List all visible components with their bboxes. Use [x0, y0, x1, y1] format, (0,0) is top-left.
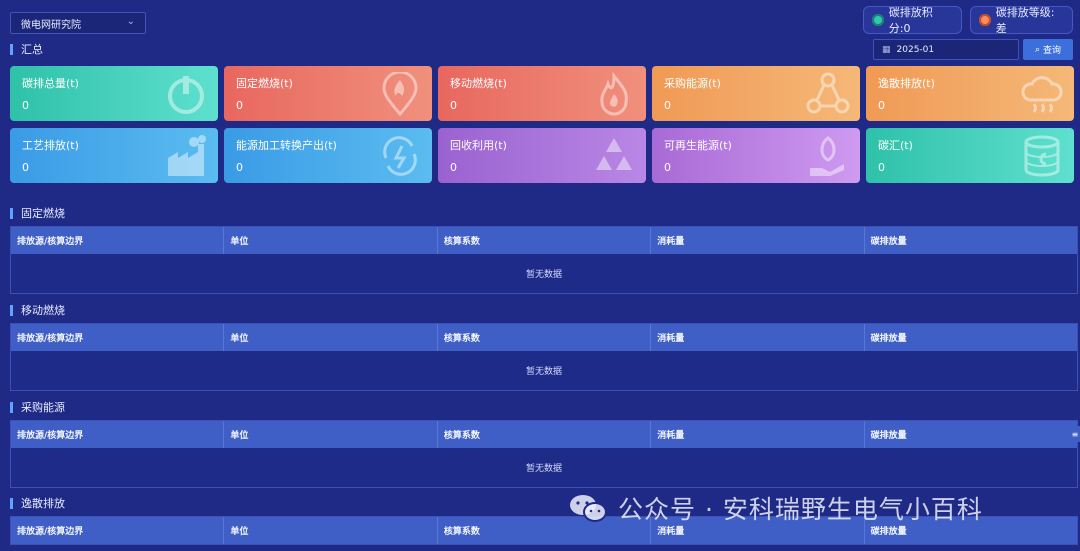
table-mobile-combustion: 排放源/核算边界 单位 核算系数 消耗量 碳排放量 暂无数据 — [10, 323, 1078, 391]
col-consumption: 消耗量 — [651, 227, 865, 254]
wechat-icon — [570, 495, 607, 522]
level-badge[interactable]: 碳排放等级:差 — [970, 6, 1073, 35]
date-picker[interactable]: ▦ 2025-01 — [873, 39, 1019, 60]
col-source: 排放源/核算边界 — [11, 324, 225, 351]
col-unit: 单位 — [224, 227, 438, 254]
side-panel-toggle[interactable]: ≡ — [1070, 426, 1080, 442]
org-select-value: 微电网研究院 — [21, 19, 81, 31]
col-emission: 碳排放量 — [870, 334, 907, 344]
empty-state: 暂无数据 — [11, 448, 1077, 487]
card-recycling: 回收利用(t) 0 — [438, 128, 646, 183]
col-coefficient: 核算系数 — [438, 324, 652, 351]
col-source: 排放源/核算边界 — [11, 517, 225, 544]
flame-pin-icon — [382, 72, 418, 116]
card-renewable-energy: 可再生能源(t) 0 — [652, 128, 860, 183]
carbon-storage-icon — [1024, 135, 1060, 177]
watermark-text: 公众号 · 安科瑞野生电气小百科 — [618, 495, 983, 524]
fire-icon — [600, 72, 628, 116]
col-source: 排放源/核算边界 — [11, 421, 225, 448]
table-header: 排放源/核算边界 单位 核算系数 消耗量 碳排放量 — [11, 421, 1077, 448]
section-title-purchased: 采购能源 — [10, 402, 65, 413]
factory-icon — [168, 135, 206, 176]
level-badge-text: 碳排放等级:差 — [995, 6, 1055, 35]
recycle-icon — [596, 138, 632, 170]
network-icon — [806, 72, 850, 114]
chevron-down-icon: ⌄ — [126, 16, 135, 27]
power-icon — [168, 76, 204, 114]
energy-cycle-icon — [383, 136, 417, 176]
col-unit: 单位 — [224, 421, 438, 448]
watermark: 公众号 · 安科瑞野生电气小百科 — [568, 490, 983, 526]
card-total: 碳排总量(t) 0 — [10, 66, 218, 121]
col-consumption: 消耗量 — [651, 421, 865, 448]
card-fixed-combustion: 固定燃烧(t) 0 — [224, 66, 432, 121]
summary-title: 汇总 — [10, 44, 43, 55]
score-badge-text: 碳排放积分:0 — [888, 6, 933, 35]
section-title-fixed: 固定燃烧 — [10, 208, 65, 219]
col-consumption: 消耗量 — [651, 324, 865, 351]
search-icon: ⌕ — [1034, 44, 1041, 55]
col-emission: 碳排放量 — [870, 431, 907, 441]
empty-state: 暂无数据 — [11, 351, 1077, 390]
plant-hand-icon — [810, 136, 844, 176]
query-button[interactable]: ⌕ 查询 — [1023, 39, 1073, 60]
section-title-fugitive: 逸散排放 — [10, 498, 65, 509]
section-title-mobile: 移动燃烧 — [10, 305, 65, 316]
score-badge[interactable]: 碳排放积分:0 — [863, 6, 962, 35]
table-header: 排放源/核算边界 单位 核算系数 消耗量 碳排放量 — [11, 227, 1077, 254]
medal-icon — [979, 14, 991, 26]
calendar-icon: ▦ — [882, 44, 891, 55]
card-energy-conversion: 能源加工转换产出(t) 0 — [224, 128, 432, 183]
card-carbon-sink: 碳汇(t) 0 — [866, 128, 1074, 183]
card-purchased-energy: 采购能源(t) 0 — [652, 66, 860, 121]
date-value: 2025-01 — [896, 44, 935, 55]
card-fugitive-emission: 逸散排放(t) 0 — [866, 66, 1074, 121]
cloud-rain-icon — [1021, 76, 1063, 113]
table-purchased-energy: 排放源/核算边界 单位 核算系数 消耗量 碳排放量 暂无数据 — [10, 420, 1078, 488]
table-header: 排放源/核算边界 单位 核算系数 消耗量 碳排放量 — [11, 324, 1077, 351]
col-source: 排放源/核算边界 — [11, 227, 225, 254]
col-unit: 单位 — [224, 517, 438, 544]
col-coefficient: 核算系数 — [438, 227, 652, 254]
empty-state: 暂无数据 — [11, 254, 1077, 293]
col-coefficient: 核算系数 — [438, 421, 652, 448]
card-mobile-combustion: 移动燃烧(t) 0 — [438, 66, 646, 121]
col-emission: 碳排放量 — [870, 237, 907, 247]
card-process-emission: 工艺排放(t) 0 — [10, 128, 218, 183]
score-icon — [872, 14, 884, 26]
query-button-label: 查询 — [1043, 46, 1062, 56]
table-fixed-combustion: 排放源/核算边界 单位 核算系数 消耗量 碳排放量 暂无数据 — [10, 226, 1078, 294]
org-select[interactable]: 微电网研究院 ⌄ — [10, 12, 146, 34]
col-unit: 单位 — [224, 324, 438, 351]
